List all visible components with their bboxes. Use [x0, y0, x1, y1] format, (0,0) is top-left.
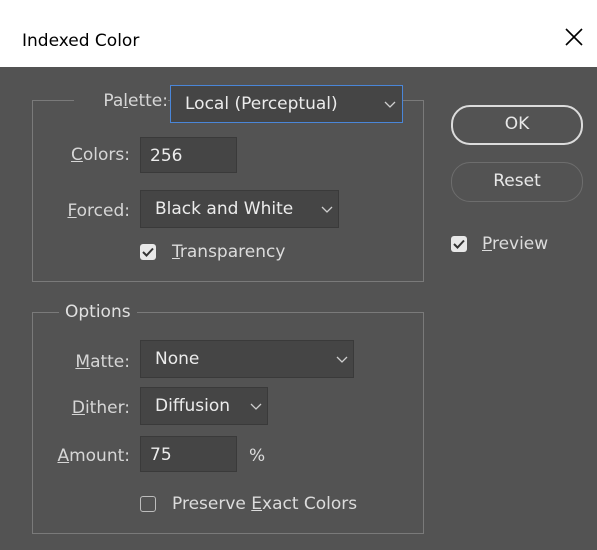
palette-label: Palette:	[74, 91, 168, 111]
chevron-down-icon	[384, 101, 396, 108]
forced-value: Black and White	[155, 199, 294, 219]
amount-value: 75	[150, 445, 172, 465]
forced-dropdown[interactable]: Black and White	[140, 190, 339, 228]
dither-dropdown[interactable]: Diffusion	[140, 387, 268, 425]
matte-value: None	[155, 349, 200, 369]
amount-label: Amount:	[57, 446, 130, 466]
colors-input[interactable]: 256	[140, 137, 237, 173]
ok-button[interactable]: OK	[451, 105, 583, 145]
transparency-label[interactable]: Transparency	[172, 242, 285, 262]
dither-label: Dither:	[71, 398, 130, 418]
chevron-down-icon	[250, 403, 262, 410]
preview-label[interactable]: Preview	[482, 234, 548, 254]
forced-label: Forced:	[67, 201, 130, 221]
amount-input[interactable]: 75	[140, 436, 237, 472]
preserve-exact-colors-checkbox[interactable]	[140, 496, 156, 512]
palette-value: Local (Perceptual)	[185, 94, 338, 114]
matte-dropdown[interactable]: None	[140, 340, 354, 378]
amount-unit: %	[249, 446, 266, 466]
options-legend: Options	[59, 302, 137, 322]
chevron-down-icon	[321, 206, 333, 213]
check-icon	[142, 247, 154, 257]
preserve-exact-colors-label[interactable]: Preserve Exact Colors	[172, 494, 357, 514]
preview-checkbox[interactable]	[451, 236, 467, 252]
reset-button[interactable]: Reset	[451, 162, 583, 202]
colors-label: Colors:	[71, 145, 130, 165]
matte-label: Matte:	[75, 352, 130, 372]
check-icon	[453, 239, 465, 249]
colors-value: 256	[150, 146, 183, 166]
transparency-checkbox[interactable]	[140, 244, 156, 260]
chevron-down-icon	[336, 356, 348, 363]
palette-dropdown[interactable]: Local (Perceptual)	[170, 85, 403, 123]
window-title: Indexed Color	[22, 31, 140, 51]
dither-value: Diffusion	[155, 396, 231, 416]
title-bar: Indexed Color	[0, 0, 597, 67]
close-icon[interactable]	[563, 26, 585, 48]
